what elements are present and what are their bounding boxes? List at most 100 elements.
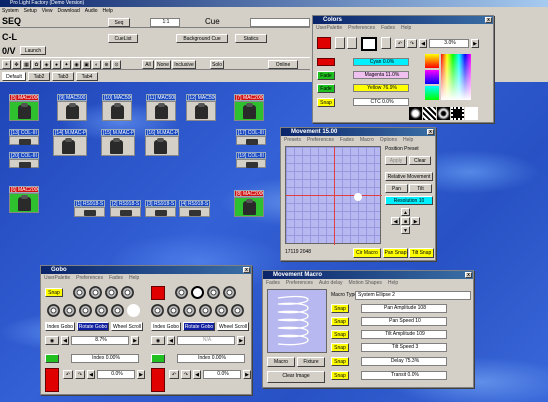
cyan-slider[interactable]: Cyan 0.0% [353,58,409,66]
gobo-wheel-icon[interactable] [63,304,76,317]
gobo-wheel-icon[interactable] [191,286,204,299]
gobo-wheel-icon[interactable] [183,304,196,317]
menu-help[interactable]: Help [388,279,398,287]
yellow-slider[interactable]: Yellow 76.9% [353,84,409,92]
pattern-icon[interactable] [437,107,450,120]
fixture-12[interactable]: [12] MAC500 [186,94,216,121]
seq-button[interactable]: Seq [108,18,130,27]
right-arrow-icon[interactable]: ▶ [411,217,420,225]
fixture-2[interactable]: [2] RS918-S [110,200,141,217]
menu-preferences[interactable]: Preferences [348,24,375,32]
menu-presets[interactable]: Presets [284,136,301,144]
gobo-wheel-icon[interactable] [73,286,86,299]
swatch-small[interactable] [335,37,345,49]
menu-help[interactable]: Help [103,8,113,14]
menu-preferences[interactable]: Preferences [286,279,313,287]
prev-icon[interactable]: ◀ [87,370,95,379]
next-icon[interactable]: ▶ [237,336,245,345]
up-arrow-icon[interactable]: ▲ [401,208,410,216]
all-button[interactable]: All [142,60,154,69]
inclusive-button[interactable]: Inclusive [172,60,196,69]
menu-help[interactable]: Help [401,24,411,32]
gobo-wheel-icon[interactable] [121,286,134,299]
magenta-slider[interactable]: Magenta 11.0% [353,71,409,79]
macro-preview[interactable] [267,289,327,353]
macro-button[interactable]: Macro [267,357,295,367]
menu-auto-delay[interactable]: Auto delay [319,279,343,287]
statics-button[interactable]: Statics [235,34,267,43]
yellow-fade[interactable]: Fade [317,84,335,93]
fixture-8[interactable]: [8] MAC2000 [234,190,264,217]
redo-icon[interactable]: ↷ [75,370,85,379]
pattern-icon[interactable] [465,107,478,120]
gobo-wheel-icon[interactable] [231,304,244,317]
next-icon[interactable]: ▶ [243,370,251,379]
solo-button[interactable]: Solo [210,60,224,69]
fixture-14[interactable]: [14] M.MAC-P [53,129,87,156]
fixture-9[interactable]: [9] MAC500 [57,94,87,121]
left-arrow-icon[interactable]: ◀ [391,217,400,225]
index-slider-2[interactable]: Index 0.00% [177,354,245,363]
color-picker[interactable] [441,54,471,100]
tab-default[interactable]: Default [2,72,26,81]
tab-tab4[interactable]: Tab4 [76,72,98,81]
index-fade-button[interactable] [45,354,59,363]
gobo-snap-button[interactable]: Snap [45,288,63,297]
transit-snap[interactable]: Snap [331,371,349,380]
menu-fades[interactable]: Fades [266,279,280,287]
prev-icon[interactable]: ◀ [167,336,175,345]
menu-preferences[interactable]: Preferences [307,136,334,144]
background-cue-button[interactable]: Background Cue [176,34,228,43]
lamp-icon[interactable]: ◉ [72,60,81,69]
transit-slider[interactable]: Transit 0.0% [361,371,447,380]
gobo-wheel-icon[interactable] [105,286,118,299]
fixture-10[interactable]: [10] MAC500 [102,94,132,121]
close-icon[interactable]: x [243,267,250,273]
relative-movement-button[interactable]: Relative Movement [385,172,433,181]
color-swatch-3[interactable] [425,86,439,100]
gobo-wheel-icon[interactable] [79,304,92,317]
color-swatch-2[interactable] [425,70,439,84]
position-dot[interactable] [354,193,362,201]
cuelist-button[interactable]: CueList [108,34,138,43]
swatch-small-3[interactable] [381,37,391,49]
menu-audio[interactable]: Audio [85,8,98,14]
apply-button[interactable]: Apply [385,156,407,165]
gobo-wheel-icon[interactable] [127,304,140,317]
cyan-snap[interactable] [317,58,335,66]
launch-button[interactable]: Launch [20,46,46,55]
close-icon[interactable]: x [427,129,434,135]
prev-icon[interactable]: ◀ [61,336,69,345]
seq-number-field[interactable]: 1:1 [150,18,180,27]
gobo-wheel-icon[interactable] [111,304,124,317]
gobo-wheel-icon[interactable] [207,286,220,299]
undo-icon[interactable]: ↶ [395,39,405,48]
prev-icon[interactable]: ◀ [193,370,201,379]
redo-icon[interactable]: ↷ [407,39,417,48]
pattern-icon[interactable] [423,107,436,120]
fixture-20[interactable]: [20] COL-III [9,152,39,168]
none-button[interactable]: None [155,60,171,69]
menu-setup[interactable]: Setup [24,8,37,14]
pan-speed-slider[interactable]: Pan Speed 10 [361,317,447,326]
next-icon[interactable]: ▶ [137,370,145,379]
gobo-wheel-icon[interactable] [151,304,164,317]
tab-tab3[interactable]: Tab3 [52,72,74,81]
menu-view[interactable]: View [42,8,53,14]
fixture-15[interactable]: [15] M.MAC-P [101,129,135,156]
cir-macro-button[interactable]: Cir Macro [353,248,381,258]
current-color-swatch[interactable] [361,37,377,51]
clear-button[interactable]: Clear [409,156,431,165]
pan-tilt-grid[interactable] [285,146,382,245]
pan-amp-snap[interactable]: Snap [331,304,349,313]
gobo-wheel-icon[interactable] [167,304,180,317]
gobo-icon-btn[interactable]: ◉ [45,336,59,345]
move-icon[interactable]: ✥ [12,60,21,69]
gobo-wheel-icon[interactable] [95,304,108,317]
tilt-speed-snap[interactable]: Snap [331,343,349,352]
menu-macro[interactable]: Macro [360,136,374,144]
rotate-gobo-button-2[interactable]: Rotate Gobo [183,322,215,331]
fixture-6[interactable]: [6] MAC2000 [9,186,39,213]
menu-system[interactable]: System [2,8,19,14]
gobo-wheel-icon[interactable] [47,304,60,317]
